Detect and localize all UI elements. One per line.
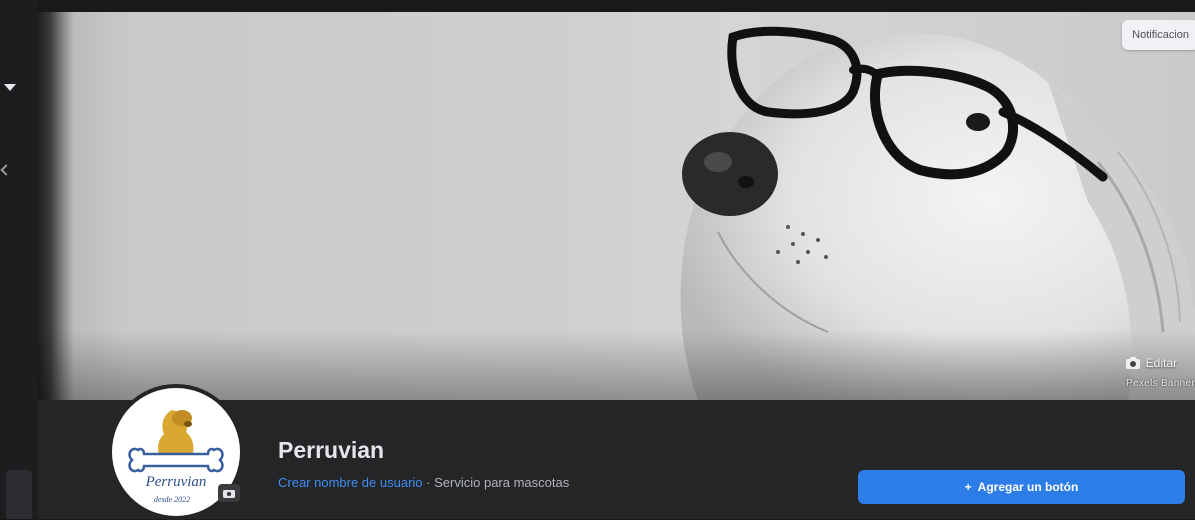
left-sidebar xyxy=(0,0,38,519)
page-category: Servicio para mascotas xyxy=(434,475,570,490)
svg-text:desde 2022: desde 2022 xyxy=(154,495,190,504)
chevron-left-icon[interactable] xyxy=(0,164,12,176)
plus-icon: + xyxy=(964,480,972,494)
create-username-link[interactable]: Crear nombre de usuario xyxy=(278,475,423,490)
camera-icon xyxy=(1125,357,1140,369)
sidebar-panel xyxy=(6,470,32,519)
add-button-label: Agregar un botón xyxy=(977,480,1079,494)
add-button[interactable]: + Agregar un botón xyxy=(858,470,1185,504)
page-title: Perruvian xyxy=(278,437,385,463)
change-profile-photo-button[interactable] xyxy=(218,484,240,502)
top-strip xyxy=(38,0,1195,12)
caret-down-icon[interactable] xyxy=(4,84,16,91)
svg-text:Perruvian: Perruvian xyxy=(145,474,207,490)
edit-cover-label: Editar xyxy=(1145,356,1177,370)
cover-shade xyxy=(38,330,1195,400)
camera-icon xyxy=(223,490,235,498)
separator-dot: · xyxy=(426,475,431,490)
edit-cover-button[interactable]: Editar xyxy=(1125,356,1177,370)
page-subtitle: Crear nombre de usuario · Servicio para … xyxy=(278,475,569,490)
notifications-button[interactable]: Notificacion xyxy=(1122,20,1195,50)
cover-watermark: Pexels Banner xyxy=(1126,378,1195,389)
cover-photo: Notificacion Editar Pexels Banner xyxy=(38,12,1195,400)
